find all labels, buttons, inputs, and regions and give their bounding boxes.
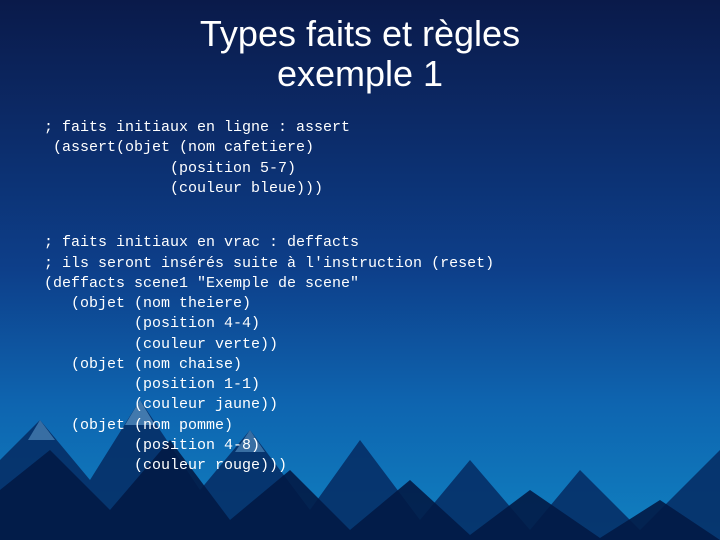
code-line: (position 1-1) [44,376,260,393]
code-line: ; faits initiaux en vrac : deffacts [44,234,359,251]
code-line: (objet (nom theiere) [44,295,251,312]
code-line: (objet (nom chaise) [44,356,242,373]
code-line: (couleur rouge))) [44,457,287,474]
code-line: (couleur jaune)) [44,396,278,413]
code-line: (position 4-8) [44,437,260,454]
slide: Types faits et règles exemple 1 ; faits … [0,0,720,540]
code-line: (objet (nom pomme) [44,417,233,434]
code-line: (position 5-7) [44,160,296,177]
slide-title: Types faits et règles exemple 1 [0,14,720,93]
code-block: ; faits initiaux en ligne : assert (asse… [44,118,684,476]
title-line-1: Types faits et règles [200,13,520,54]
code-line: (position 4-4) [44,315,260,332]
code-line: (assert(objet (nom cafetiere) [44,139,314,156]
code-line: (deffacts scene1 "Exemple de scene" [44,275,359,292]
title-line-2: exemple 1 [277,53,443,94]
code-line: ; ils seront insérés suite à l'instructi… [44,255,494,272]
code-line: ; faits initiaux en ligne : assert [44,119,350,136]
code-line: (couleur bleue))) [44,180,323,197]
code-line: (couleur verte)) [44,336,278,353]
